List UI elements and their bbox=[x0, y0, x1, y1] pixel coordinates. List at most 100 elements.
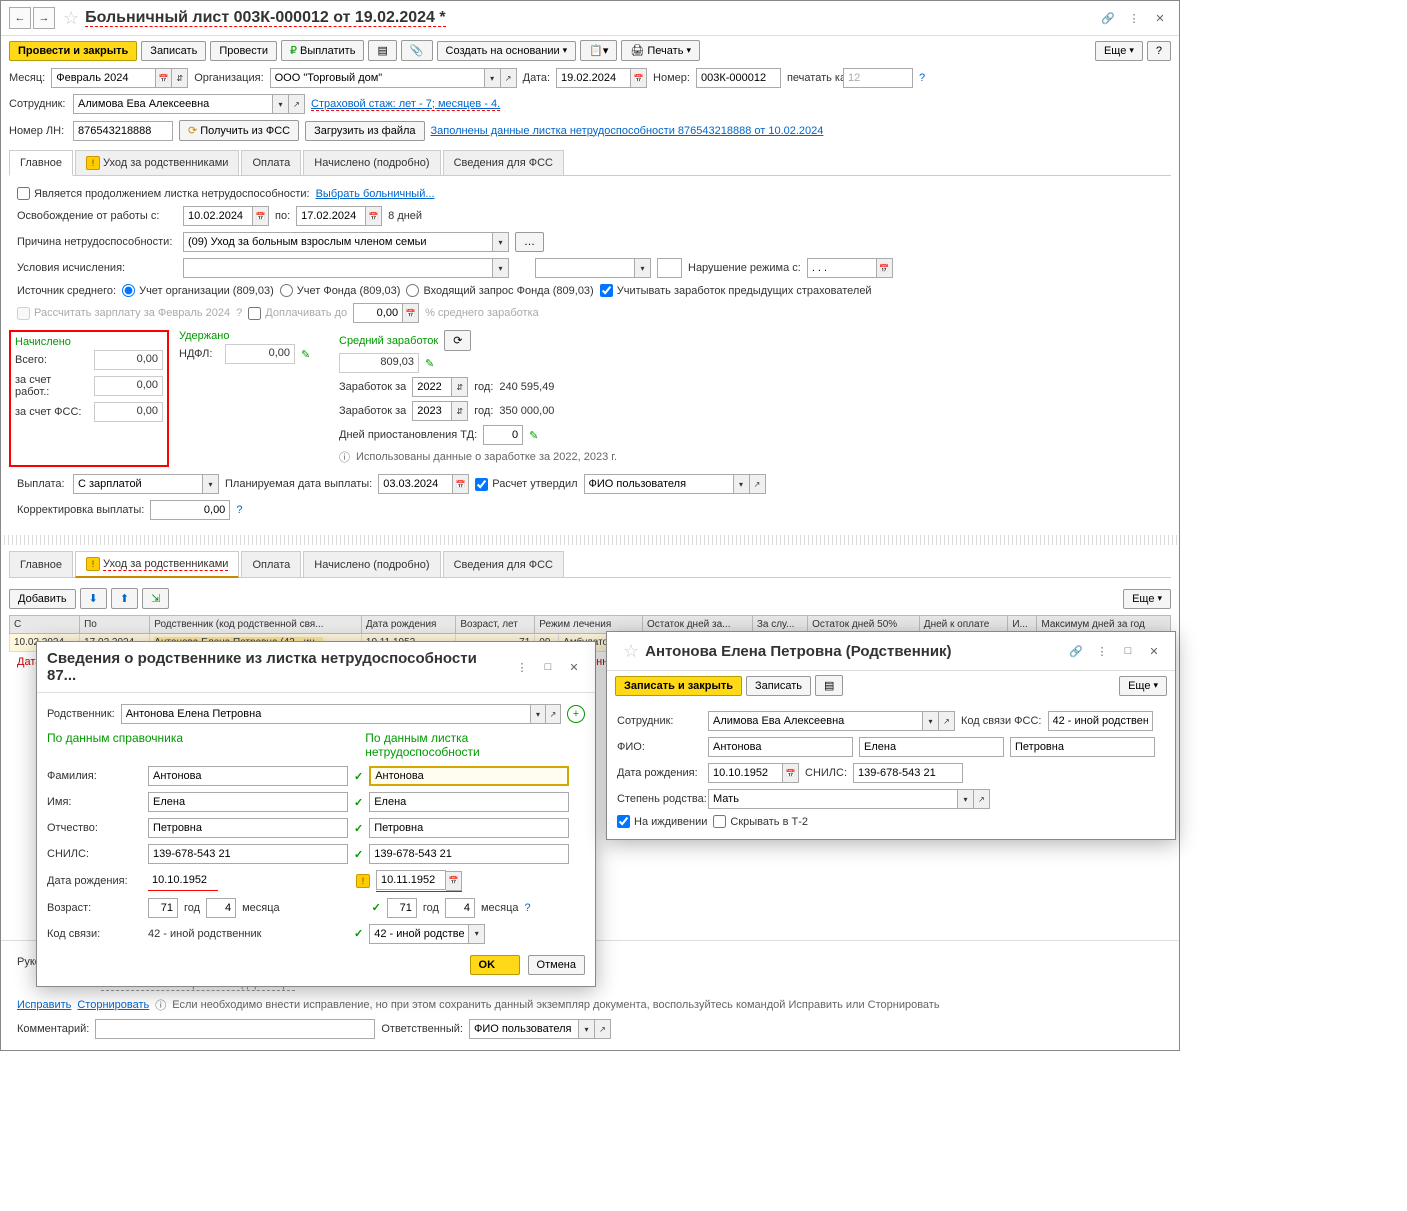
ln-input[interactable] bbox=[73, 121, 173, 141]
tab-pay[interactable]: Оплата bbox=[241, 150, 301, 175]
release-to-cal[interactable]: 📅 bbox=[366, 206, 382, 226]
dlg1-close[interactable]: ✕ bbox=[563, 656, 585, 678]
release-from-cal[interactable]: 📅 bbox=[253, 206, 269, 226]
star-icon[interactable]: ☆ bbox=[63, 8, 79, 29]
create-based-button[interactable]: Создать на основании bbox=[437, 41, 577, 61]
month-spin[interactable]: ⇵ bbox=[172, 68, 188, 88]
tab2-fss[interactable]: Сведения для ФСС bbox=[443, 551, 564, 577]
expand-button[interactable]: ⇲ bbox=[142, 588, 169, 609]
pay-extra-cal[interactable]: 📅 bbox=[403, 303, 419, 323]
plan-cal[interactable]: 📅 bbox=[453, 474, 469, 494]
print-as-help[interactable]: ? bbox=[919, 72, 925, 84]
dlg2-save[interactable]: Записать bbox=[746, 676, 811, 696]
dlg1-snils2[interactable] bbox=[369, 844, 569, 864]
reason-dd[interactable]: ▾ bbox=[493, 232, 509, 252]
ndfl-edit-icon[interactable]: ✎ bbox=[301, 348, 310, 361]
dlg2-hide[interactable]: Скрывать в Т-2 bbox=[713, 815, 808, 828]
dlg1-surname2[interactable] bbox=[369, 766, 569, 786]
dlg2-link[interactable]: 🔗 bbox=[1065, 640, 1087, 662]
storno-link[interactable]: Сторнировать bbox=[77, 999, 149, 1011]
tab-fss[interactable]: Сведения для ФСС bbox=[443, 150, 564, 175]
dlg1-age2m[interactable] bbox=[445, 898, 475, 918]
menu-icon[interactable]: ⋮ bbox=[1123, 7, 1145, 29]
resp-open[interactable]: ↗ bbox=[595, 1019, 611, 1039]
dlg2-save-close[interactable]: Записать и закрыть bbox=[615, 676, 742, 696]
dlg1-code2[interactable] bbox=[369, 924, 469, 944]
dlg2-emp-dd[interactable]: ▾ bbox=[923, 711, 939, 731]
pay-button[interactable]: ₽Выплатить bbox=[281, 40, 364, 61]
post-button[interactable]: Провести bbox=[210, 41, 277, 61]
continuation-check[interactable]: Является продолжением листка нетрудоспос… bbox=[17, 187, 310, 200]
number-input[interactable] bbox=[696, 68, 781, 88]
y2023-input[interactable] bbox=[412, 401, 452, 421]
dlg1-rel-dd[interactable]: ▾ bbox=[531, 704, 546, 724]
col-age[interactable]: Возраст, лет bbox=[456, 616, 535, 634]
help-button[interactable]: ? bbox=[1147, 41, 1171, 61]
dlg2-emp-open[interactable]: ↗ bbox=[939, 711, 955, 731]
refresh-avg[interactable]: ⟳ bbox=[444, 330, 471, 351]
y2023-spin[interactable]: ⇵ bbox=[452, 401, 468, 421]
cond-input[interactable] bbox=[183, 258, 493, 278]
age-help[interactable]: ? bbox=[525, 902, 531, 914]
dlg2-dob[interactable] bbox=[708, 763, 783, 783]
calc-salary-check[interactable]: Рассчитать зарплату за Февраль 2024 bbox=[17, 307, 230, 320]
care-more-button[interactable]: Еще bbox=[1123, 589, 1171, 609]
dlg1-rel-open[interactable]: ↗ bbox=[546, 704, 561, 724]
cond2-input[interactable] bbox=[535, 258, 635, 278]
dlg1-max[interactable]: □ bbox=[537, 656, 559, 678]
close-icon[interactable]: ✕ bbox=[1149, 7, 1171, 29]
dlg2-close[interactable]: ✕ bbox=[1143, 640, 1165, 662]
dlg2-degree-dd[interactable]: ▾ bbox=[958, 789, 974, 809]
dlg2-snils[interactable] bbox=[853, 763, 963, 783]
payout-dd[interactable]: ▾ bbox=[203, 474, 219, 494]
suspend-edit-icon[interactable]: ✎ bbox=[529, 429, 538, 442]
src3-radio[interactable]: Входящий запрос Фонда (809,03) bbox=[406, 284, 593, 297]
copy-button[interactable]: 📋▾ bbox=[580, 40, 617, 61]
dlg2-star[interactable]: ☆ bbox=[623, 641, 639, 662]
date-cal[interactable]: 📅 bbox=[631, 68, 647, 88]
select-sick-link[interactable]: Выбрать больничный... bbox=[316, 188, 435, 200]
org-input[interactable] bbox=[270, 68, 485, 88]
dlg2-surname[interactable] bbox=[708, 737, 853, 757]
tab2-care[interactable]: !Уход за родственниками bbox=[75, 551, 239, 578]
dlg2-menu[interactable]: ⋮ bbox=[1091, 640, 1113, 662]
dlg2-degree[interactable] bbox=[708, 789, 958, 809]
dlg1-cancel-button[interactable]: Отмена bbox=[528, 955, 585, 975]
print-as-input[interactable] bbox=[843, 68, 913, 88]
viol-input[interactable] bbox=[807, 258, 877, 278]
dlg1-patr1[interactable] bbox=[148, 818, 348, 838]
avg-edit-icon[interactable]: ✎ bbox=[425, 357, 434, 370]
nav-back[interactable]: ← bbox=[9, 7, 31, 29]
approved-user[interactable] bbox=[584, 474, 734, 494]
attach-button[interactable]: 📎 bbox=[401, 40, 433, 61]
dlg1-ok-button[interactable]: OK bbox=[470, 955, 520, 975]
approved-check[interactable]: Расчет утвердил bbox=[475, 478, 577, 491]
dlg1-name2[interactable] bbox=[369, 792, 569, 812]
release-from[interactable] bbox=[183, 206, 253, 226]
dlg1-menu[interactable]: ⋮ bbox=[511, 656, 533, 678]
comment-input[interactable] bbox=[95, 1019, 375, 1039]
post-close-button[interactable]: Провести и закрыть bbox=[9, 41, 137, 61]
resp-dd[interactable]: ▾ bbox=[579, 1019, 595, 1039]
tab2-accrued[interactable]: Начислено (подробно) bbox=[303, 551, 440, 577]
org-dd[interactable]: ▾ bbox=[485, 68, 501, 88]
date-input[interactable] bbox=[556, 68, 631, 88]
dlg1-dob2[interactable] bbox=[376, 870, 446, 890]
payout-input[interactable] bbox=[73, 474, 203, 494]
prev-emp-check[interactable]: Учитывать заработок предыдущих страховат… bbox=[600, 284, 872, 297]
viol-cal[interactable]: 📅 bbox=[877, 258, 893, 278]
cond2-dd[interactable]: ▾ bbox=[635, 258, 651, 278]
dlg1-code2-dd[interactable]: ▾ bbox=[469, 924, 485, 944]
corr-help[interactable]: ? bbox=[236, 504, 242, 516]
dlg1-dob1[interactable] bbox=[148, 870, 218, 890]
emp-dd[interactable]: ▾ bbox=[273, 94, 289, 114]
print-button[interactable]: 🖨Печать bbox=[621, 40, 700, 61]
move-up-button[interactable]: ⬆ bbox=[111, 588, 138, 609]
list-button[interactable]: ▤ bbox=[368, 40, 396, 61]
tab2-pay[interactable]: Оплата bbox=[241, 551, 301, 577]
dlg2-emp[interactable] bbox=[708, 711, 923, 731]
dlg1-rel-input[interactable] bbox=[121, 704, 531, 724]
dlg1-name1[interactable] bbox=[148, 792, 348, 812]
suspend-input[interactable] bbox=[483, 425, 523, 445]
pay-extra-check[interactable]: Доплачивать до bbox=[248, 307, 347, 320]
